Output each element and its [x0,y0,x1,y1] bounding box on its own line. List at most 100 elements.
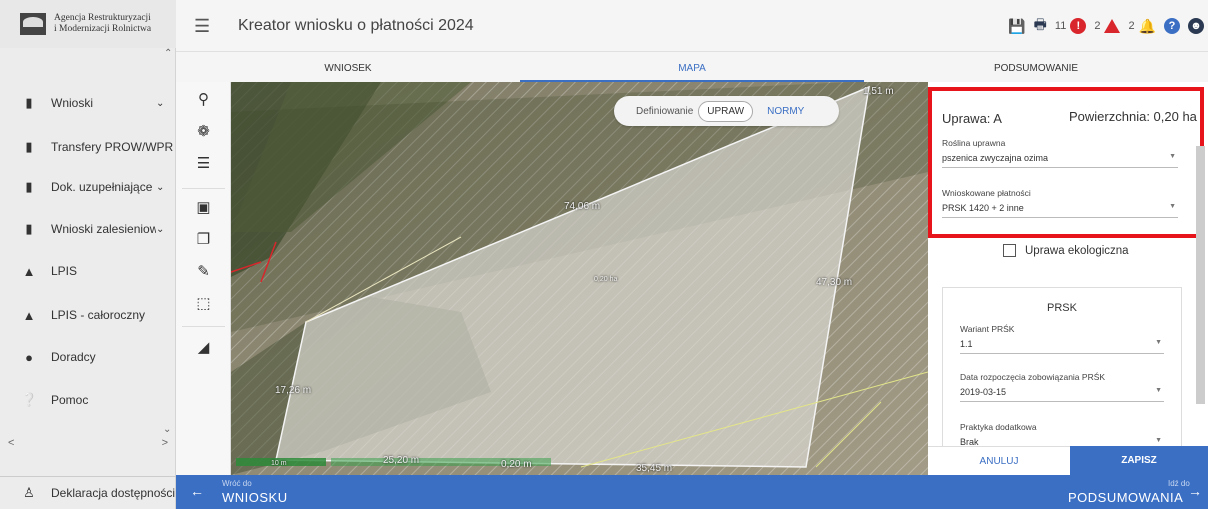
sidebar-item-label: LPIS - całoroczny [51,308,146,322]
tab-mapa[interactable]: MAPA [520,52,864,82]
panel-scrollbar[interactable] [1194,126,1206,426]
organic-crop-label: Uprawa ekologiczna [1025,244,1129,257]
document-icon: ▮ [25,139,33,154]
scroll-right-icon[interactable]: > [162,437,168,451]
tab-wniosek[interactable]: WNIOSEK [176,52,520,82]
map-tools: ⚲ ❁ ☰ ▣ ❐ ✎ ⬚ ◢ [176,82,231,475]
dropdown-arrow-icon: ▼ [1169,203,1176,210]
sidebar-horizontal-scrollbar[interactable]: < > [0,437,176,451]
sidebar-scroll-down-icon[interactable]: ⌄ [163,424,171,435]
hamburger-menu-icon[interactable]: ☰ [194,16,210,37]
arrow-left-icon[interactable]: ← [190,483,204,499]
accessibility-declaration-link[interactable]: ♙ Deklaracja dostępności [0,476,176,509]
dropdown-arrow-icon: ▼ [1155,437,1162,444]
cancel-button[interactable]: ANULUJ [928,446,1070,475]
user-icon: ● [25,349,33,365]
sidebar: Agencja Restrukturyzacji i Modernizacji … [0,0,176,509]
sidebar-item-dok-uzupelniajace[interactable]: ▮ Dok. uzupełniające ⌄ [0,172,176,202]
crop-details-panel: Uprawa: A Powierzchnia: 0,20 ha Roślina … [928,82,1208,475]
agency-logo-mark [20,13,46,35]
measure-icon[interactable]: ◢ [176,334,231,362]
go-to-summary-link[interactable]: PODSUMOWANIA [1068,490,1183,505]
plant-select-label: Roślina uprawna [942,138,1006,148]
copy-shape-icon[interactable]: ❐ [176,226,231,254]
error-icon[interactable]: ! [1070,18,1087,34]
print-icon[interactable]: 🖶 [1034,14,1047,38]
warning-count: 2 [1094,20,1101,32]
sidebar-item-wnioski[interactable]: ▮ Wnioski ⌄ [0,88,176,118]
payments-select-value: PRSK 1420 + 2 inne [942,203,1024,213]
scroll-left-icon[interactable]: < [8,437,14,451]
search-icon[interactable]: ⚲ [176,86,231,114]
edge-length-label: 74,06 m [564,201,601,212]
error-count: 11 [1054,20,1067,32]
mountain-icon: ▲ [22,307,36,323]
save-icon[interactable]: 💾 [1008,18,1025,35]
sidebar-item-label: Doradcy [51,350,96,364]
page-title: Kreator wniosku o płatności 2024 [238,17,474,34]
edge-length-label: 35,45 m [636,463,673,474]
plant-select[interactable]: Roślina uprawna pszenica zwyczajna ozima… [942,138,1178,168]
back-caption: Wróć do [222,479,252,488]
toggle-upraw-button[interactable]: UPRAW [698,100,754,122]
agency-logo[interactable]: Agencja Restrukturyzacji i Modernizacji … [0,0,176,48]
chevron-down-icon: ⌄ [156,97,165,109]
dropdown-arrow-icon: ▼ [1169,153,1176,160]
agency-logo-text: Agencja Restrukturyzacji i Modernizacji … [54,13,151,35]
tool-divider [182,326,225,327]
save-button[interactable]: ZAPISZ [1070,446,1208,475]
warning-icon[interactable] [1104,19,1121,33]
notification-count: 2 [1128,20,1135,32]
next-caption: Idź do [1168,479,1190,488]
sidebar-item-pomoc[interactable]: ❔ Pomoc [0,385,176,415]
bell-icon[interactable]: 🔔 [1139,18,1156,35]
accessibility-icon: ♙ [23,485,35,500]
sidebar-scroll-up-icon[interactable]: ⌃ [164,48,172,59]
area-title: Powierzchnia: 0,20 ha [1069,109,1197,124]
dropdown-arrow-icon: ▼ [1155,339,1162,346]
checkbox-box[interactable] [1003,244,1016,257]
header-actions: 💾 🖶 11 ! 2 2 🔔 ? ☻ [1008,14,1204,38]
logo-line-1: Agencja Restrukturyzacji [54,13,151,23]
prsk-start-date-select[interactable]: Data rozpoczęcia zobowiązania PRŚK 2019-… [960,372,1164,402]
payments-select[interactable]: Wnioskowane płatności PRSK 1420 + 2 inne… [942,188,1178,218]
edge-length-label: 25,20 m [383,455,420,466]
dropdown-arrow-icon: ▼ [1155,387,1162,394]
map-view[interactable]: Definiowanie UPRAW NORMY 1,51 m 74,06 m … [231,82,928,475]
toggle-normy-button[interactable]: NORMY [767,106,804,117]
prsk-start-date-value: 2019-03-15 [960,387,1007,397]
definition-mode-toggle: Definiowanie UPRAW NORMY [614,96,839,126]
edge-length-label: 0,20 m [501,459,532,470]
crop-title: Uprawa: A [942,111,1002,126]
main-tabs: WNIOSEK MAPA PODSUMOWANIE [176,52,1208,82]
prsk-variant-value: 1.1 [960,339,973,349]
chevron-down-icon: ⌄ [156,181,165,193]
rectangle-select-icon[interactable]: ⬚ [176,290,231,318]
plant-select-value: pszenica zwyczajna ozima [942,153,1049,163]
tab-podsumowanie[interactable]: PODSUMOWANIE [864,52,1208,82]
pencil-icon[interactable]: ✎ [176,258,231,286]
sidebar-item-doradcy[interactable]: ● Doradcy [0,342,176,372]
help-icon[interactable]: ? [1164,18,1180,34]
bottom-navigation: ← Wróć do WNIOSKU Idź do PODSUMOWANIA → [176,475,1208,509]
sidebar-item-lpis[interactable]: ▲ LPIS [0,256,176,286]
scale-label: 10 m [271,460,287,467]
sidebar-item-wnioski-zalesieniowe[interactable]: ▮ Wnioski zalesieniowe ⌄ [0,214,176,244]
prsk-start-date-label: Data rozpoczęcia zobowiązania PRŚK [960,372,1106,382]
organic-crop-checkbox[interactable]: Uprawa ekologiczna [1003,244,1129,257]
arrow-right-icon[interactable]: → [1188,483,1202,499]
sidebar-item-transfery[interactable]: ▮ Transfery PROW/WPR [0,132,176,162]
plant-icon[interactable]: ❁ [176,118,231,146]
sidebar-item-label: Wnioski zalesieniowe [51,222,156,236]
scrollbar-thumb[interactable] [1196,146,1205,404]
tool-divider [182,188,225,189]
account-icon[interactable]: ☻ [1188,18,1204,34]
back-to-application-link[interactable]: WNIOSKU [222,490,288,505]
mountain-icon: ▲ [22,263,36,279]
list-icon[interactable]: ☰ [176,150,231,178]
prsk-variant-select[interactable]: Wariant PRŚK 1.1 ▼ [960,324,1164,354]
edge-length-label: 17,26 m [275,385,312,396]
document-icon: ▮ [25,95,33,110]
sidebar-item-lpis-caloroczny[interactable]: ▲ LPIS - całoroczny [0,300,176,330]
select-area-icon[interactable]: ▣ [176,194,231,222]
